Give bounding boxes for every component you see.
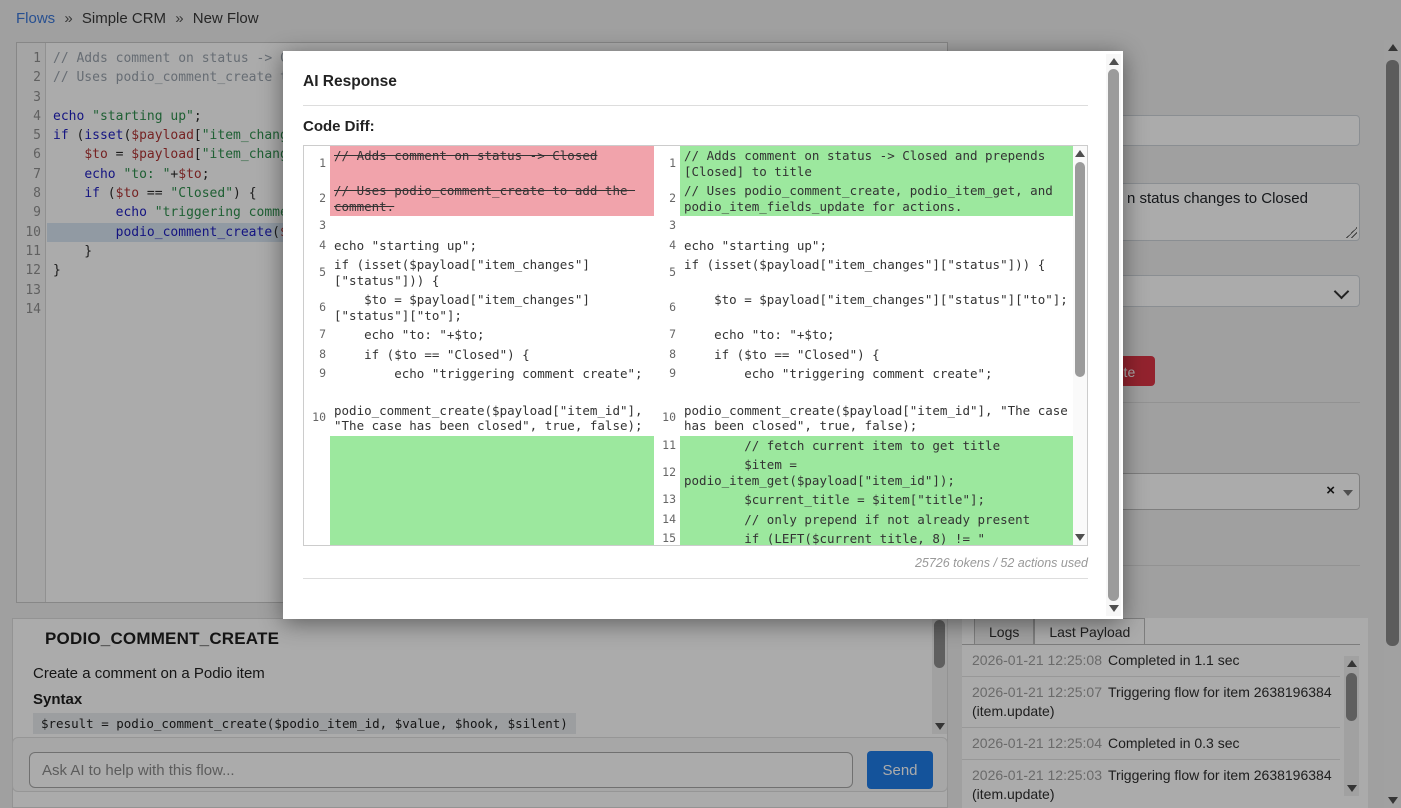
diff-line-number-left — [304, 455, 330, 490]
diff-code-right: echo "starting up"; — [680, 236, 1073, 256]
diff-line-number-right: 11 — [654, 436, 680, 456]
diff-line-number-right: 8 — [654, 345, 680, 365]
diff-line-number-right: 5 — [654, 255, 680, 290]
diff-line-number-left — [304, 510, 330, 530]
diff-code-right: if (isset($payload["item_changes"]["stat… — [680, 255, 1073, 290]
diff-line-number-left: 9 — [304, 364, 330, 384]
diff-line-number-left — [304, 436, 330, 456]
diff-code-right: echo "triggering comment create"; — [680, 364, 1073, 384]
diff-line-number-left: 8 — [304, 345, 330, 365]
token-usage-note: 25726 tokens / 52 actions used — [303, 556, 1088, 570]
diff-row: 5if (isset($payload["item_changes"]["sta… — [304, 255, 1073, 290]
diff-line-number-right: 13 — [654, 490, 680, 510]
diff-line-number-right: 15 — [654, 529, 680, 545]
diff-row — [304, 384, 1073, 401]
diff-row: 7 echo "to: "+$to;7 echo "to: "+$to; — [304, 325, 1073, 345]
diff-scrollbar[interactable] — [1073, 146, 1087, 545]
diff-row: 6 $to = $payload["item_changes"]["status… — [304, 290, 1073, 325]
diff-row: 15 if (LEFT($current_title, 8) != " — [304, 529, 1073, 545]
ai-response-modal: AI Response Code Diff: 1// Adds comment … — [283, 51, 1123, 619]
diff-row: 12 $item = podio_item_get($payload["item… — [304, 455, 1073, 490]
diff-line-number-left: 2 — [304, 181, 330, 216]
diff-code-left — [330, 455, 654, 490]
diff-code-right: // Adds comment on status -> Closed and … — [680, 146, 1073, 181]
diff-line-number-left — [304, 384, 330, 401]
diff-row: 4echo "starting up";4echo "starting up"; — [304, 236, 1073, 256]
diff-code-right: echo "to: "+$to; — [680, 325, 1073, 345]
diff-code-right: // only prepend if not already present — [680, 510, 1073, 530]
diff-line-number-left: 6 — [304, 290, 330, 325]
diff-line-number-left: 1 — [304, 146, 330, 181]
diff-line-number-right: 3 — [654, 216, 680, 236]
diff-code-right — [680, 384, 1073, 397]
diff-row: 8 if ($to == "Closed") {8 if ($to == "Cl… — [304, 345, 1073, 365]
diff-row: 2// Uses podio_comment_create to add the… — [304, 181, 1073, 216]
diff-line-number-right: 7 — [654, 325, 680, 345]
diff-code-left: echo "triggering comment create"; — [330, 364, 654, 384]
diff-row: 10podio_comment_create($payload["item_id… — [304, 401, 1073, 436]
diff-code-right — [680, 216, 1073, 236]
diff-rows: 1// Adds comment on status -> Closed1// … — [304, 146, 1073, 545]
diff-code-right: // fetch current item to get title — [680, 436, 1073, 456]
diff-code-right: podio_comment_create($payload["item_id"]… — [680, 401, 1073, 436]
modal-title: AI Response — [303, 73, 1088, 91]
diff-code-left: echo "starting up"; — [330, 236, 654, 256]
diff-row: 11 // fetch current item to get title — [304, 436, 1073, 456]
diff-row: 9 echo "triggering comment create";9 ech… — [304, 364, 1073, 384]
diff-scrollbar-thumb[interactable] — [1075, 162, 1085, 377]
code-diff-panel: 1// Adds comment on status -> Closed1// … — [303, 145, 1088, 546]
diff-row: 14 // only prepend if not already presen… — [304, 510, 1073, 530]
diff-line-number-left: 5 — [304, 255, 330, 290]
diff-code-left: // Adds comment on status -> Closed — [330, 146, 654, 181]
diff-line-number-right: 1 — [654, 146, 680, 181]
code-diff-label: Code Diff: — [303, 118, 1088, 135]
diff-line-number-right: 12 — [654, 455, 680, 490]
modal-scrollbar-thumb[interactable] — [1108, 69, 1119, 601]
diff-line-number-right — [654, 384, 680, 401]
diff-row: 33 — [304, 216, 1073, 236]
diff-code-right: $item = podio_item_get($payload["item_id… — [680, 455, 1073, 490]
diff-line-number-right: 2 — [654, 181, 680, 216]
scroll-up-icon[interactable] — [1109, 58, 1119, 65]
diff-line-number-left — [304, 529, 330, 545]
diff-line-number-left: 7 — [304, 325, 330, 345]
diff-code-left: if ($to == "Closed") { — [330, 345, 654, 365]
diff-line-number-right: 9 — [654, 364, 680, 384]
diff-code-right: if (LEFT($current_title, 8) != " — [680, 529, 1073, 545]
diff-code-left: $to = $payload["item_changes"]["status"]… — [330, 290, 654, 325]
diff-line-number-left — [304, 490, 330, 510]
diff-code-right: $to = $payload["item_changes"]["status"]… — [680, 290, 1073, 325]
diff-line-number-left: 10 — [304, 401, 330, 436]
diff-line-number-right: 4 — [654, 236, 680, 256]
diff-code-left — [330, 384, 654, 397]
diff-code-left — [330, 490, 654, 510]
diff-code-left: echo "to: "+$to; — [330, 325, 654, 345]
scroll-down-icon[interactable] — [1109, 605, 1119, 612]
diff-code-left: if (isset($payload["item_changes"]["stat… — [330, 255, 654, 290]
diff-code-right: // Uses podio_comment_create, podio_item… — [680, 181, 1073, 216]
modal-scrollbar[interactable] — [1106, 54, 1121, 616]
diff-code-left: podio_comment_create($payload["item_id"]… — [330, 401, 654, 436]
diff-code-right: if ($to == "Closed") { — [680, 345, 1073, 365]
scroll-up-icon[interactable] — [1075, 150, 1085, 157]
diff-row: 1// Adds comment on status -> Closed1// … — [304, 146, 1073, 181]
diff-line-number-right: 14 — [654, 510, 680, 530]
diff-code-left — [330, 436, 654, 456]
modal-footer-divider — [303, 578, 1088, 579]
diff-line-number-left: 3 — [304, 216, 330, 236]
scroll-down-icon[interactable] — [1075, 534, 1085, 541]
diff-line-number-left: 4 — [304, 236, 330, 256]
diff-code-right: $current_title = $item["title"]; — [680, 490, 1073, 510]
diff-row: 13 $current_title = $item["title"]; — [304, 490, 1073, 510]
diff-line-number-right: 10 — [654, 401, 680, 436]
diff-code-left — [330, 216, 654, 236]
diff-line-number-right: 6 — [654, 290, 680, 325]
diff-code-left — [330, 529, 654, 545]
diff-code-left — [330, 510, 654, 530]
modal-divider — [303, 105, 1088, 106]
diff-code-left: // Uses podio_comment_create to add the … — [330, 181, 654, 216]
